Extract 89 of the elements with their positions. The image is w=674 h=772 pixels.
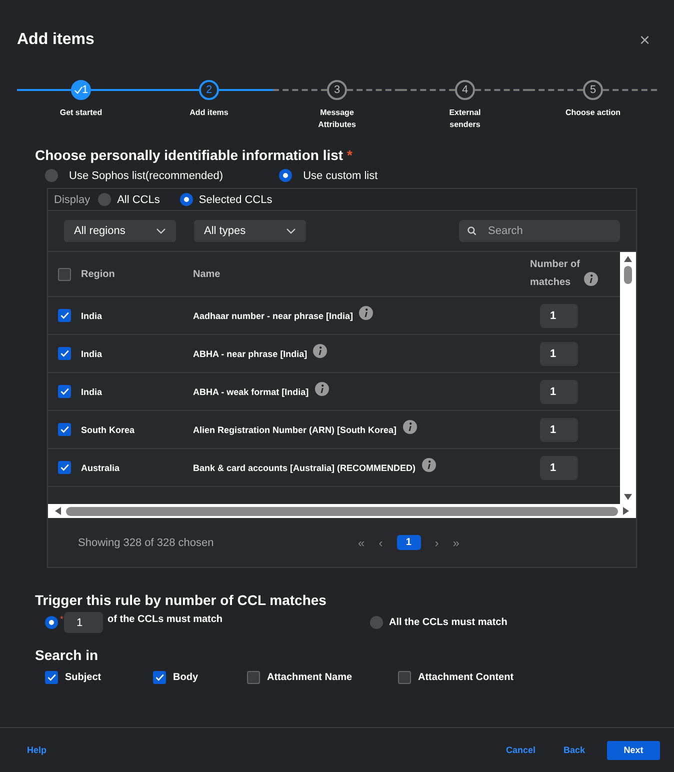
select-all-checkbox[interactable] xyxy=(58,268,71,280)
checkbox-label: Attachment Name xyxy=(267,672,352,683)
first-page-button[interactable]: « xyxy=(358,536,365,550)
info-icon[interactable] xyxy=(314,382,329,396)
help-link[interactable]: Help xyxy=(27,745,47,755)
checkbox[interactable] xyxy=(153,671,166,684)
radio-option[interactable]: Use Sophos list(recommended) xyxy=(45,169,224,182)
step-indicator: 5 xyxy=(583,80,603,100)
step-label: Add items xyxy=(190,107,228,119)
matches-input[interactable]: 1 xyxy=(540,418,578,442)
step-label: Message Attributes xyxy=(318,107,356,131)
radio-button[interactable] xyxy=(45,616,58,629)
row-checkbox[interactable] xyxy=(58,347,71,360)
cancel-button[interactable]: Cancel xyxy=(506,745,536,755)
checkbox-label: Body xyxy=(173,672,198,683)
radio-option[interactable]: All CCLs xyxy=(98,193,160,206)
scroll-down-icon[interactable] xyxy=(623,493,633,501)
name-cell: ABHA - weak format [India] xyxy=(193,386,309,396)
search-field[interactable]: Search xyxy=(459,220,620,242)
name-cell: ABHA - near phrase [India] xyxy=(193,348,308,358)
section-title: Trigger this rule by number of CCL matches xyxy=(35,592,328,608)
close-button[interactable]: × xyxy=(639,30,650,50)
previous-page-button[interactable]: ‹ xyxy=(378,536,383,550)
required-mark: * xyxy=(60,614,64,624)
info-icon[interactable] xyxy=(402,420,417,434)
scroll-thumb[interactable] xyxy=(66,506,618,516)
back-button[interactable]: Back xyxy=(563,745,585,755)
row-checkbox[interactable] xyxy=(58,385,71,398)
row-checkbox[interactable] xyxy=(58,309,71,322)
row-checkbox[interactable] xyxy=(58,461,71,474)
info-icon[interactable] xyxy=(313,344,328,358)
region-cell-text: India xyxy=(81,386,104,396)
step-label: External senders xyxy=(449,107,481,131)
filter-dropdown[interactable]: All types xyxy=(194,220,306,242)
checkbox[interactable] xyxy=(45,671,58,684)
checkbox-label: Subject xyxy=(65,672,102,683)
region-cell-text: India xyxy=(81,310,104,320)
page-button[interactable]: 1 xyxy=(396,535,421,550)
required-mark: * xyxy=(347,147,352,163)
scroll-up-icon[interactable] xyxy=(623,255,633,263)
region-cell-text: India xyxy=(81,348,104,358)
row-checkbox[interactable] xyxy=(58,423,71,436)
dialog-title: Add items xyxy=(17,31,94,49)
name-cell: Aadhaar number - near phrase [India] xyxy=(193,310,354,320)
region-cell-text: South Korea xyxy=(81,424,136,434)
scroll-right-icon[interactable] xyxy=(622,506,630,516)
next-page-button[interactable]: › xyxy=(434,536,439,550)
checkbox[interactable] xyxy=(247,671,260,684)
checkbox-label: Attachment Content xyxy=(418,672,514,683)
step-label: Choose action xyxy=(565,107,621,119)
matches-input[interactable]: 1 xyxy=(540,304,578,328)
step-indicator: 3 xyxy=(327,80,347,100)
info-icon[interactable] xyxy=(422,458,436,472)
summary-text: Showing 328 of 328 chosen xyxy=(78,536,215,548)
info-icon[interactable] xyxy=(584,272,598,286)
section-title: Choose personally identifiable information list xyxy=(35,147,344,163)
check-icon xyxy=(74,86,83,94)
step-indicator: 2 xyxy=(199,80,219,100)
info-icon[interactable] xyxy=(359,306,374,320)
step-label: Get started xyxy=(60,107,102,119)
scroll-left-icon[interactable] xyxy=(54,506,62,516)
display-label: Display xyxy=(54,194,90,206)
chevron-down-icon xyxy=(156,228,166,234)
last-page-button[interactable]: » xyxy=(452,536,460,550)
column-header: Number of matches xyxy=(530,258,581,290)
step-indicator: 4 xyxy=(455,80,475,100)
name-cell: Alien Registration Number (ARN) [South Korea] xyxy=(193,424,397,434)
step-indicator: 1 xyxy=(71,80,91,100)
matches-input[interactable]: 1 xyxy=(540,456,578,480)
region-cell-text: Australia xyxy=(81,462,121,472)
count-input[interactable]: 1 xyxy=(64,612,103,633)
column-header: Name xyxy=(193,268,222,280)
chevron-down-icon xyxy=(286,228,296,234)
horizontal-scrollbar[interactable] xyxy=(48,504,636,518)
option-label: of the CCLs must match xyxy=(108,614,223,625)
search-icon xyxy=(467,226,477,236)
checkbox[interactable] xyxy=(398,671,411,684)
vertical-scrollbar[interactable] xyxy=(620,252,636,504)
next-button[interactable]: Next xyxy=(607,740,660,760)
scroll-thumb[interactable] xyxy=(624,266,632,284)
column-header: Region xyxy=(81,268,116,280)
name-cell: Bank & card accounts [Australia] (RECOMMENDED) xyxy=(193,462,416,472)
radio-option[interactable]: Selected CCLs xyxy=(180,193,272,206)
matches-input[interactable]: 1 xyxy=(540,380,578,404)
radio-option[interactable]: All the CCLs must match xyxy=(370,616,508,629)
section-title: Search in xyxy=(35,647,100,663)
filter-dropdown[interactable]: All regions xyxy=(64,220,176,242)
matches-input[interactable]: 1 xyxy=(540,342,578,366)
radio-option[interactable]: Use custom list xyxy=(279,169,378,182)
